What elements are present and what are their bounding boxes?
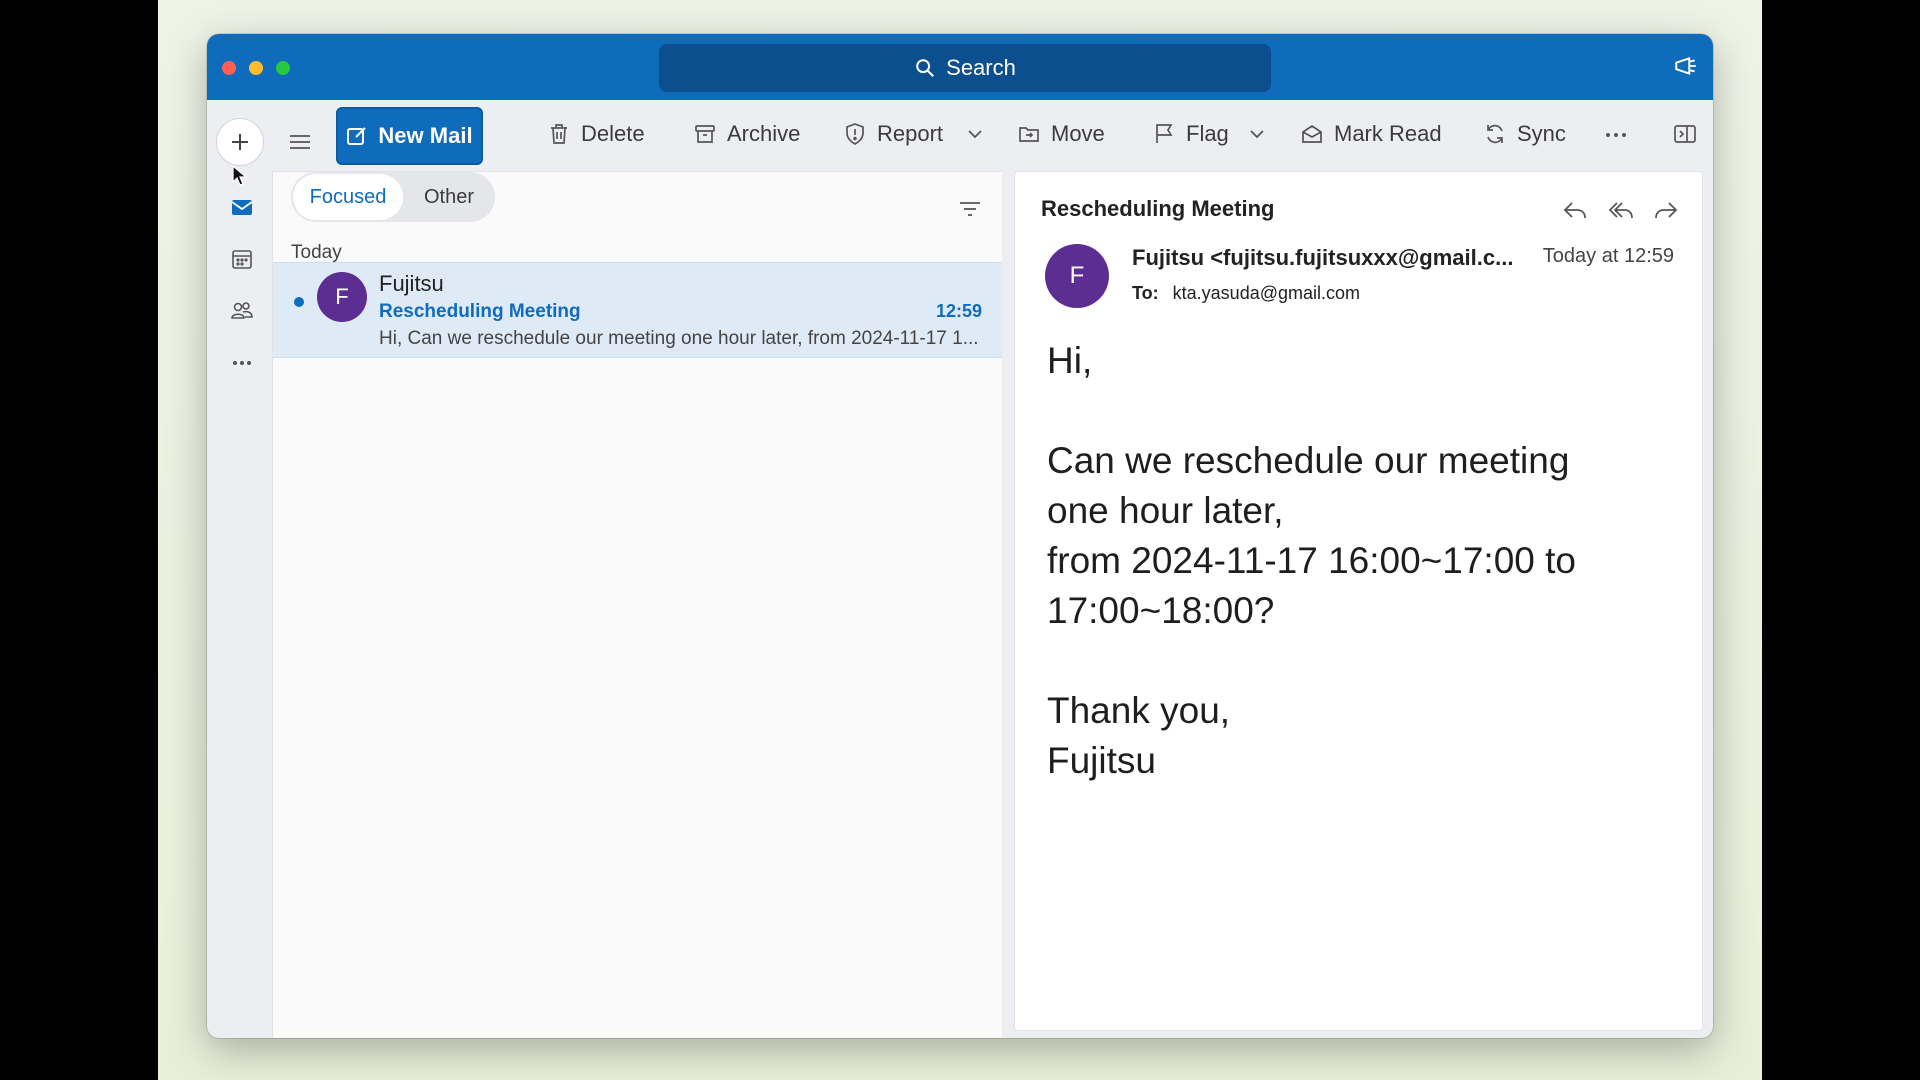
tab-focused[interactable]: Focused bbox=[293, 174, 403, 220]
people-icon[interactable] bbox=[229, 298, 255, 324]
message-preview: Hi, Can we reschedule our meeting one ho… bbox=[379, 328, 979, 349]
calendar-icon[interactable] bbox=[229, 246, 255, 272]
body-line: 17:00~18:00? bbox=[1047, 590, 1275, 631]
chevron-down-icon[interactable] bbox=[1245, 122, 1269, 146]
plus-icon bbox=[232, 134, 248, 150]
reading-subject: Rescheduling Meeting bbox=[1041, 196, 1275, 221]
body-signature: Fujitsu bbox=[1047, 740, 1156, 781]
sync-button[interactable]: Sync bbox=[1483, 114, 1566, 154]
tab-other[interactable]: Other bbox=[405, 174, 493, 220]
shield-icon bbox=[846, 123, 864, 145]
delete-label: Delete bbox=[581, 121, 645, 146]
mark-read-label: Mark Read bbox=[1334, 121, 1442, 146]
delete-button[interactable]: Delete bbox=[547, 114, 645, 154]
sender-avatar: F bbox=[317, 272, 367, 322]
recipient-line: To: kta.yasuda@gmail.com bbox=[1132, 283, 1360, 304]
reply-all-icon[interactable] bbox=[1607, 198, 1635, 222]
window-maximize-button[interactable] bbox=[276, 61, 290, 75]
mouse-cursor-icon bbox=[232, 164, 248, 186]
message-body: Hi, Can we reschedule our meeting one ho… bbox=[1047, 336, 1687, 786]
message-time: 12:59 bbox=[935, 301, 982, 321]
new-mail-label: New Mail bbox=[378, 123, 473, 148]
more-options-icon[interactable] bbox=[1603, 124, 1629, 146]
report-button[interactable]: Report bbox=[843, 114, 987, 154]
body-closing: Thank you, bbox=[1047, 690, 1231, 731]
mail-icon[interactable] bbox=[229, 194, 255, 220]
flag-icon bbox=[1156, 124, 1173, 143]
reply-icon[interactable] bbox=[1561, 198, 1589, 222]
reading-pane-toggle-icon[interactable] bbox=[1673, 123, 1697, 145]
feedback-icon[interactable] bbox=[1673, 54, 1699, 80]
sender-avatar-large: F bbox=[1045, 244, 1109, 308]
envelope-open-icon bbox=[1302, 124, 1322, 143]
more-apps-icon[interactable] bbox=[229, 350, 255, 376]
sender-address[interactable]: Fujitsu <fujitsu.fujitsuxxx@gmail.c... bbox=[1132, 245, 1513, 271]
window-minimize-button[interactable] bbox=[249, 61, 263, 75]
date-group-label: Today bbox=[291, 242, 342, 263]
body-line: one hour later, bbox=[1047, 490, 1284, 531]
new-mail-button[interactable]: New Mail bbox=[336, 107, 483, 165]
message-list-pane: Focused Other Today F Fujitsu Rescheduli… bbox=[272, 171, 1002, 1038]
flag-button[interactable]: Flag bbox=[1152, 114, 1269, 154]
reading-pane: Rescheduling Meeting F Fujitsu <fujitsu.… bbox=[1014, 171, 1703, 1031]
message-date: Today at 12:59 bbox=[1542, 245, 1674, 267]
body-greeting: Hi, bbox=[1047, 340, 1093, 381]
search-bar[interactable]: Search bbox=[659, 44, 1271, 92]
body-line: from 2024-11-17 16:00~17:00 to bbox=[1047, 540, 1577, 581]
chevron-down-icon[interactable] bbox=[963, 122, 987, 146]
archive-icon bbox=[695, 125, 715, 143]
unread-indicator bbox=[294, 297, 304, 307]
forward-icon[interactable] bbox=[1652, 198, 1680, 222]
report-label: Report bbox=[877, 121, 944, 146]
archive-button[interactable]: Archive bbox=[693, 114, 800, 154]
menu-toggle-icon[interactable] bbox=[287, 130, 313, 154]
message-row[interactable]: F Fujitsu Rescheduling Meeting 12:59 Hi,… bbox=[273, 262, 1002, 358]
sync-label: Sync bbox=[1517, 121, 1566, 146]
sync-icon bbox=[1487, 124, 1503, 144]
flag-label: Flag bbox=[1186, 121, 1229, 146]
search-placeholder: Search bbox=[946, 55, 1016, 80]
message-sender: Fujitsu bbox=[379, 271, 444, 296]
trash-icon bbox=[551, 124, 567, 144]
move-label: Move bbox=[1051, 121, 1105, 146]
to-label: To: bbox=[1132, 283, 1159, 303]
compose-icon bbox=[347, 127, 367, 145]
move-button[interactable]: Move bbox=[1017, 114, 1105, 154]
mark-read-button[interactable]: Mark Read bbox=[1300, 114, 1442, 154]
search-icon bbox=[916, 59, 935, 77]
title-bar: Search bbox=[207, 34, 1713, 100]
message-subject: Rescheduling Meeting bbox=[379, 301, 581, 322]
inbox-tabs: Focused Other bbox=[291, 172, 495, 222]
window-close-button[interactable] bbox=[222, 61, 236, 75]
folder-move-icon bbox=[1019, 127, 1039, 142]
archive-label: Archive bbox=[727, 121, 801, 146]
filter-icon[interactable] bbox=[958, 198, 982, 220]
compose-button[interactable] bbox=[216, 118, 264, 166]
mail-window: Search New Mail Delete Archive Report Mo… bbox=[207, 34, 1713, 1038]
body-line: Can we reschedule our meeting bbox=[1047, 440, 1570, 481]
recipient-address[interactable]: kta.yasuda@gmail.com bbox=[1173, 283, 1360, 303]
